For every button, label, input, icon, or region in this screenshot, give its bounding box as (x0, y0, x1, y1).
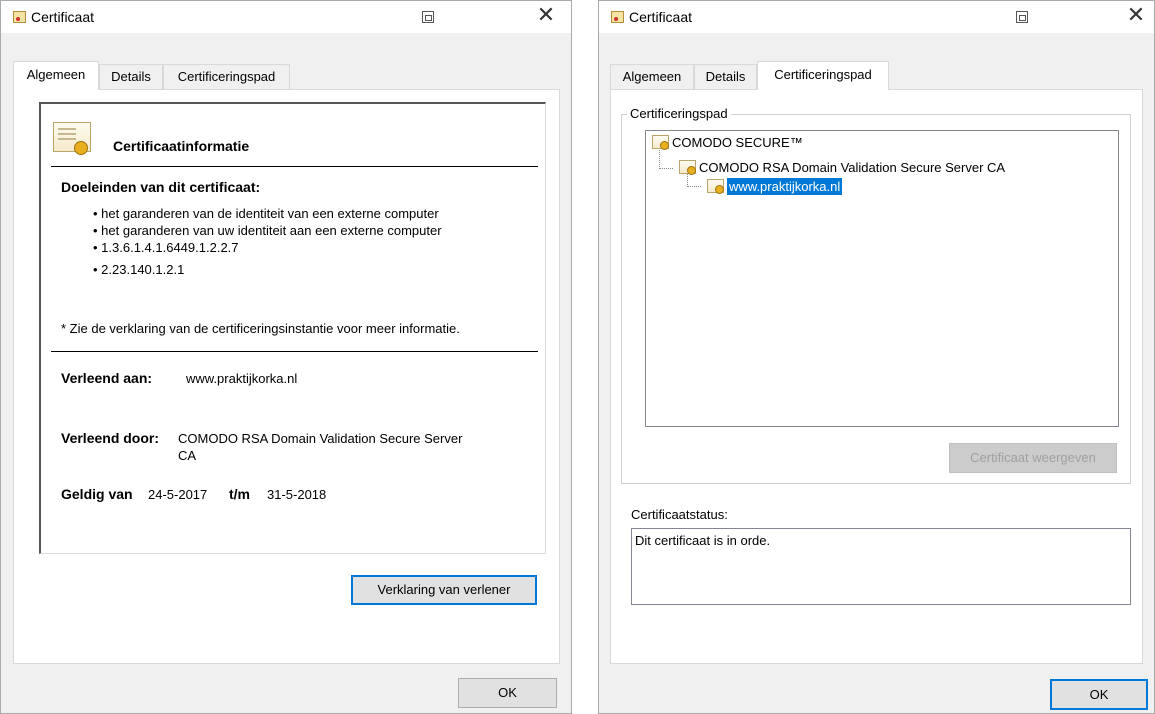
issued-by-label: Verleend door: (61, 430, 160, 446)
divider (51, 351, 538, 352)
certificate-info-panel: Certificaatinformatie Doeleinden van dit… (39, 102, 546, 554)
window-title: Certificaat (31, 9, 95, 25)
issuer-statement-button[interactable]: Verklaring van verlener (351, 575, 537, 605)
purposes-heading: Doeleinden van dit certificaat: (61, 179, 261, 195)
certificate-icon (652, 135, 669, 150)
valid-to-value: 31-5-2018 (267, 487, 327, 502)
close-button[interactable]: ✕ (526, 3, 566, 31)
tree-connector (687, 186, 701, 187)
tree-node-label: COMODO RSA Domain Validation Secure Serv… (699, 160, 1006, 175)
divider (51, 166, 538, 167)
purpose-item: het garanderen van de identiteit van een… (93, 206, 439, 221)
tree-node-label-selected: www.praktijkorka.nl (727, 178, 843, 195)
title-bar[interactable]: Certificaat ✕ (1, 1, 571, 33)
view-certificate-button[interactable]: Certificaat weergeven (949, 443, 1117, 473)
info-heading: Certificaatinformatie (113, 138, 250, 154)
pin-window-icon[interactable] (422, 11, 434, 23)
window-title: Certificaat (629, 9, 693, 25)
issued-by-value-line2: CA (178, 448, 197, 463)
purpose-item: 1.3.6.1.4.1.6449.1.2.2.7 (93, 240, 238, 255)
certificate-status-box[interactable]: Dit certificaat is in orde. (631, 528, 1131, 605)
certificate-status-value: Dit certificaat is in orde. (635, 533, 771, 548)
tab-details[interactable]: Details (99, 64, 163, 89)
certificate-window-path: Certificaat ✕ Algemeen Details Certifice… (598, 0, 1155, 714)
tree-connector (659, 168, 673, 169)
close-button[interactable]: ✕ (1116, 3, 1155, 31)
ok-button[interactable]: OK (1050, 679, 1148, 710)
issued-by-value: COMODO RSA Domain Validation Secure Serv… (178, 431, 463, 446)
ok-button[interactable]: OK (458, 678, 557, 708)
valid-from-label: Geldig van (61, 486, 133, 502)
certificate-large-icon (53, 122, 91, 155)
issued-to-value: www.praktijkorka.nl (186, 371, 298, 386)
certificate-window-general: Certificaat ✕ Algemeen Details Certifice… (0, 0, 572, 714)
tab-details[interactable]: Details (694, 64, 757, 89)
title-bar[interactable]: Certificaat ✕ (599, 1, 1154, 33)
purpose-item: het garanderen van uw identiteit aan een… (93, 223, 441, 238)
tab-certification-path[interactable]: Certificeringspad (163, 64, 290, 89)
purpose-item: 2.23.140.1.2.1 (93, 262, 184, 277)
certificate-icon (611, 11, 624, 23)
tab-general[interactable]: Algemeen (610, 64, 694, 89)
certification-path-group-label: Certificeringspad (627, 106, 731, 121)
tab-general[interactable]: Algemeen (13, 61, 99, 90)
tree-node-label: COMODO SECURE™ (672, 135, 803, 150)
valid-from-value: 24-5-2017 (148, 487, 208, 502)
tree-connector (659, 147, 660, 169)
pin-window-icon[interactable] (1016, 11, 1028, 23)
issued-to-label: Verleend aan: (61, 370, 153, 386)
certificate-icon (13, 11, 26, 23)
info-note: * Zie de verklaring van de certificering… (61, 321, 460, 336)
certificate-icon (707, 179, 724, 194)
certification-path-tree[interactable]: COMODO SECURE™ COMODO RSA Domain Validat… (645, 130, 1119, 427)
tab-certification-path[interactable]: Certificeringspad (757, 61, 889, 90)
certificate-status-label: Certificaatstatus: (631, 507, 728, 522)
certificate-icon (679, 160, 696, 175)
valid-to-label: t/m (229, 486, 250, 502)
